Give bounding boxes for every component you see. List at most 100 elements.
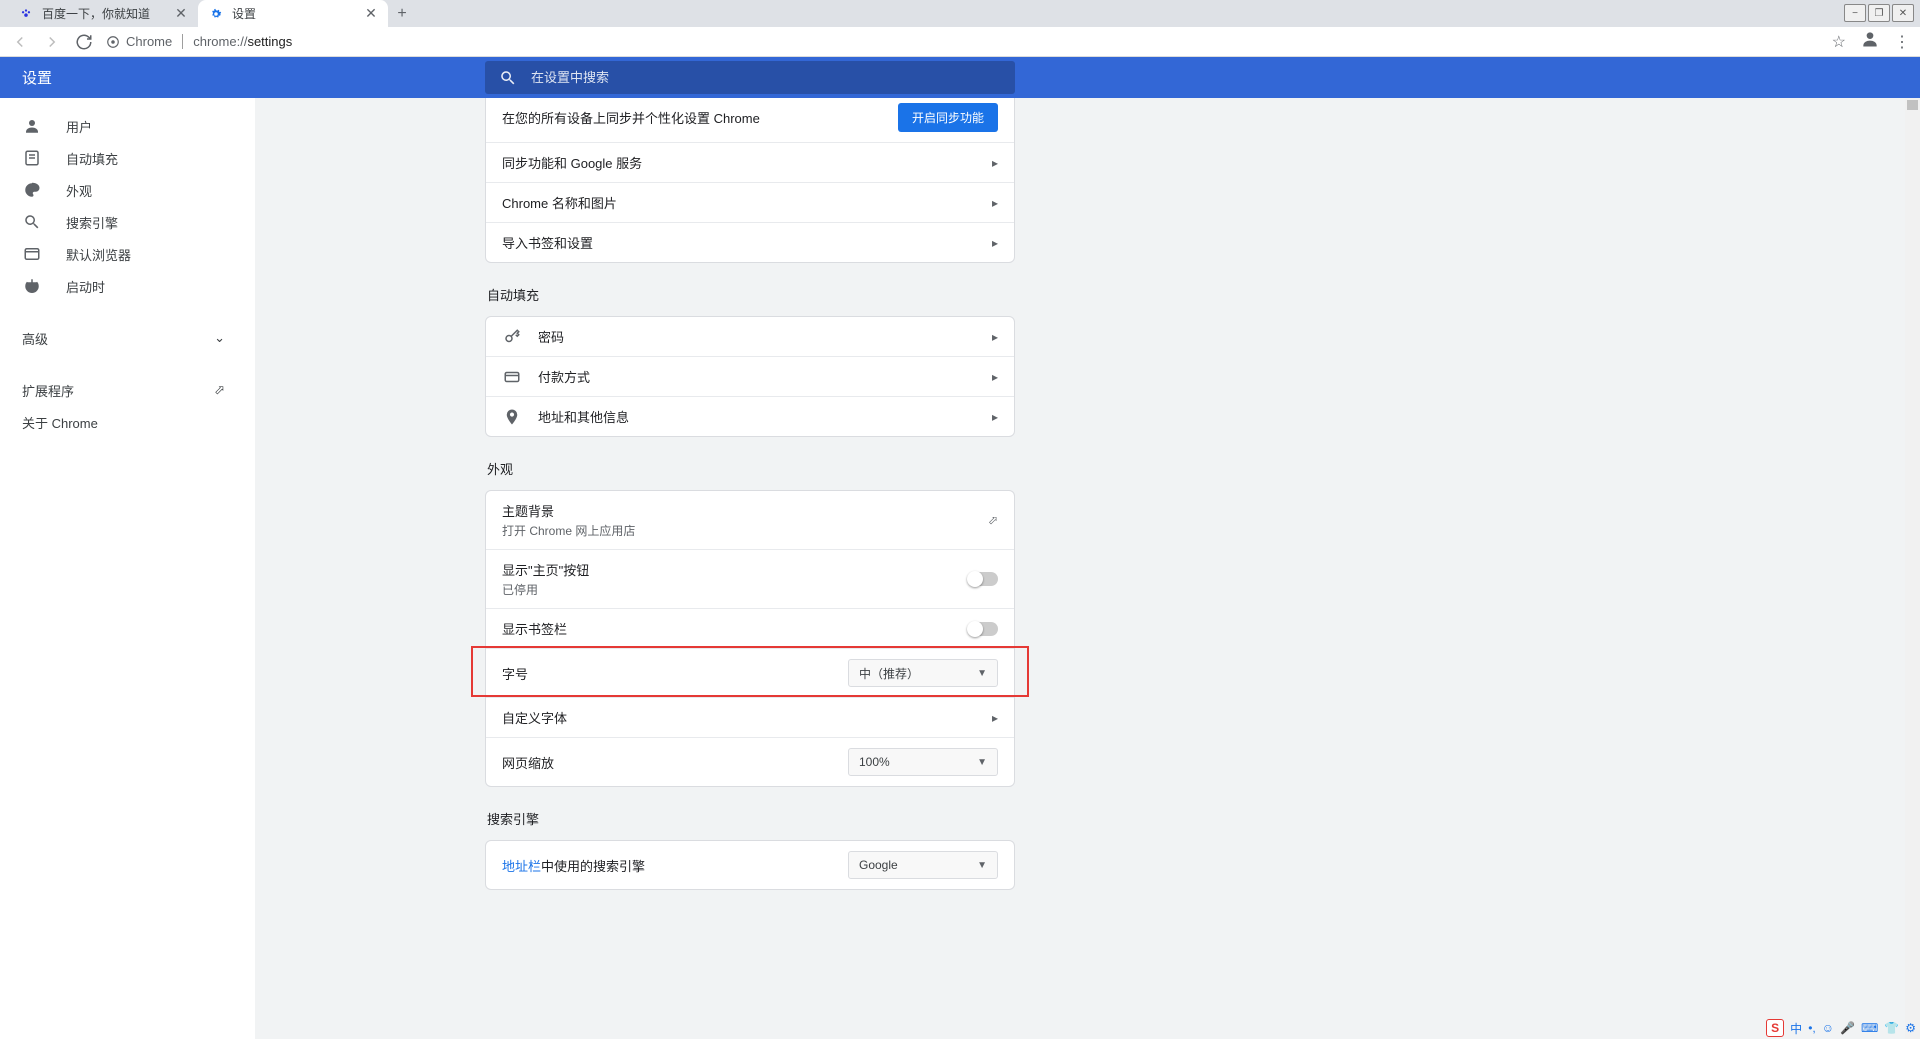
sidebar-label: 扩展程序 [22, 381, 74, 400]
bookmark-star-icon[interactable]: ☆ [1832, 32, 1846, 52]
sidebar-item-about[interactable]: 关于 Chrome [0, 406, 255, 438]
chevron-right-icon: ▸ [992, 370, 998, 384]
passwords-row[interactable]: 密码 ▸ [486, 317, 1014, 356]
sidebar-label: 用户 [66, 117, 92, 136]
back-button[interactable] [10, 32, 30, 52]
address-bar-link[interactable]: 地址栏 [502, 859, 541, 874]
baidu-favicon-icon [18, 6, 34, 22]
tab-strip: 百度一下，你就知道 ✕ 设置 ✕ + [0, 0, 1920, 27]
sogou-ime-icon[interactable]: S [1766, 1019, 1784, 1037]
sidebar-item-people[interactable]: 用户 [0, 110, 255, 142]
settings-title: 设置 [0, 67, 485, 88]
chevron-down-icon: ⌄ [214, 330, 225, 346]
reload-button[interactable] [74, 32, 94, 52]
select-value: 100% [859, 755, 890, 769]
location-pin-icon [502, 408, 522, 426]
home-button-row[interactable]: 显示"主页"按钮已停用 [486, 549, 1014, 608]
chevron-right-icon: ▸ [992, 410, 998, 424]
addresses-row[interactable]: 地址和其他信息 ▸ [486, 396, 1014, 436]
external-link-icon: ⬀ [214, 382, 225, 398]
custom-fonts-row[interactable]: 自定义字体 ▸ [486, 697, 1014, 737]
sidebar-item-startup[interactable]: 启动时 [0, 270, 255, 302]
site-chip: Chrome [106, 34, 183, 49]
sync-row[interactable]: 在您的所有设备上同步并个性化设置 Chrome 开启同步功能 [486, 98, 1014, 142]
sidebar-item-default-browser[interactable]: 默认浏览器 [0, 238, 255, 270]
ime-key[interactable]: 🎤 [1840, 1021, 1855, 1035]
ime-key[interactable]: 👕 [1884, 1021, 1899, 1035]
content-scrollbar[interactable] [1905, 98, 1920, 1039]
row-label: 自定义字体 [502, 708, 567, 727]
font-size-row[interactable]: 字号 中（推荐）▼ [486, 648, 1014, 697]
ime-status-bar: S 中 •, ☺ 🎤 ⌨ 👕 ⚙ [1766, 1019, 1916, 1037]
row-label: 网页缩放 [502, 753, 554, 772]
tab-close-icon[interactable]: ✕ [174, 7, 188, 21]
row-label: 主题背景 [502, 501, 635, 520]
caret-down-icon: ▼ [977, 668, 987, 679]
appearance-section-title: 外观 [487, 459, 1015, 478]
browser-icon [22, 244, 42, 264]
search-engine-select[interactable]: Google▼ [848, 851, 998, 879]
sync-services-row[interactable]: 同步功能和 Google 服务▸ [486, 142, 1014, 182]
site-chip-label: Chrome [126, 34, 172, 49]
scrollbar-thumb[interactable] [1907, 100, 1918, 110]
form-icon [22, 148, 42, 168]
settings-search-input[interactable] [531, 70, 1001, 85]
ime-key[interactable]: •, [1808, 1021, 1816, 1035]
ime-mode[interactable]: 中 [1790, 1020, 1802, 1037]
sidebar-label: 搜索引擎 [66, 213, 118, 232]
row-label: 显示书签栏 [502, 619, 567, 638]
page-zoom-select[interactable]: 100%▼ [848, 748, 998, 776]
row-label: Chrome 名称和图片 [502, 193, 617, 212]
window-maximize-button[interactable]: ❐ [1868, 4, 1890, 22]
chrome-name-row[interactable]: Chrome 名称和图片▸ [486, 182, 1014, 222]
search-section-title: 搜索引擎 [487, 809, 1015, 828]
chevron-right-icon: ▸ [992, 330, 998, 344]
sidebar-label: 高级 [22, 329, 48, 348]
home-button-toggle[interactable] [968, 572, 998, 586]
settings-body: 用户 自动填充 外观 搜索引擎 默认浏览器 启动时 高级 ⌄ 扩展程序 ⬀ 关于 C… [0, 98, 1920, 1039]
power-icon [22, 276, 42, 296]
settings-search[interactable] [485, 61, 1015, 94]
omnibox[interactable]: Chrome chrome://settings [106, 34, 1820, 49]
sidebar-label: 自动填充 [66, 149, 118, 168]
page-zoom-row[interactable]: 网页缩放 100%▼ [486, 737, 1014, 786]
sidebar-item-extensions[interactable]: 扩展程序 ⬀ [0, 374, 255, 406]
bookmarks-bar-row[interactable]: 显示书签栏 [486, 608, 1014, 648]
row-label: 同步功能和 Google 服务 [502, 153, 642, 172]
new-tab-button[interactable]: + [388, 0, 416, 27]
ime-key[interactable]: ☺ [1822, 1021, 1834, 1035]
people-card: 在您的所有设备上同步并个性化设置 Chrome 开启同步功能 同步功能和 Goo… [485, 98, 1015, 263]
sidebar-item-autofill[interactable]: 自动填充 [0, 142, 255, 174]
sidebar-label: 默认浏览器 [66, 245, 131, 264]
ime-key[interactable]: ⚙ [1905, 1021, 1916, 1035]
row-sublabel: 打开 Chrome 网上应用店 [502, 522, 635, 539]
sidebar-label: 启动时 [66, 277, 105, 296]
font-size-select[interactable]: 中（推荐）▼ [848, 659, 998, 687]
autofill-section-title: 自动填充 [487, 285, 1015, 304]
payment-row[interactable]: 付款方式 ▸ [486, 356, 1014, 396]
sidebar-item-appearance[interactable]: 外观 [0, 174, 255, 206]
row-label-rest: 中使用的搜索引擎 [541, 859, 645, 874]
ime-key[interactable]: ⌨ [1861, 1021, 1878, 1035]
tab-close-icon[interactable]: ✕ [364, 7, 378, 21]
tab-settings[interactable]: 设置 ✕ [198, 0, 388, 27]
row-label: 付款方式 [538, 367, 590, 386]
menu-icon[interactable]: ⋮ [1894, 32, 1910, 52]
tab-baidu[interactable]: 百度一下，你就知道 ✕ [8, 0, 198, 27]
window-minimize-button[interactable]: − [1844, 4, 1866, 22]
theme-row[interactable]: 主题背景打开 Chrome 网上应用店 ⬀ [486, 491, 1014, 549]
sidebar-item-advanced[interactable]: 高级 ⌄ [0, 322, 255, 354]
window-close-button[interactable]: ✕ [1892, 4, 1914, 22]
sidebar-item-search[interactable]: 搜索引擎 [0, 206, 255, 238]
key-icon [502, 328, 522, 346]
row-label: 在您的所有设备上同步并个性化设置 Chrome [502, 108, 760, 127]
search-engine-row[interactable]: 地址栏中使用的搜索引擎 Google▼ [486, 841, 1014, 889]
row-sublabel: 已停用 [502, 581, 589, 598]
profile-icon[interactable] [1860, 29, 1880, 54]
import-row[interactable]: 导入书签和设置▸ [486, 222, 1014, 262]
tab-label: 百度一下，你就知道 [42, 5, 174, 22]
bookmarks-bar-toggle[interactable] [968, 622, 998, 636]
settings-content: 在您的所有设备上同步并个性化设置 Chrome 开启同步功能 同步功能和 Goo… [255, 98, 1920, 1039]
forward-button[interactable] [42, 32, 62, 52]
sync-enable-button[interactable]: 开启同步功能 [898, 103, 998, 132]
